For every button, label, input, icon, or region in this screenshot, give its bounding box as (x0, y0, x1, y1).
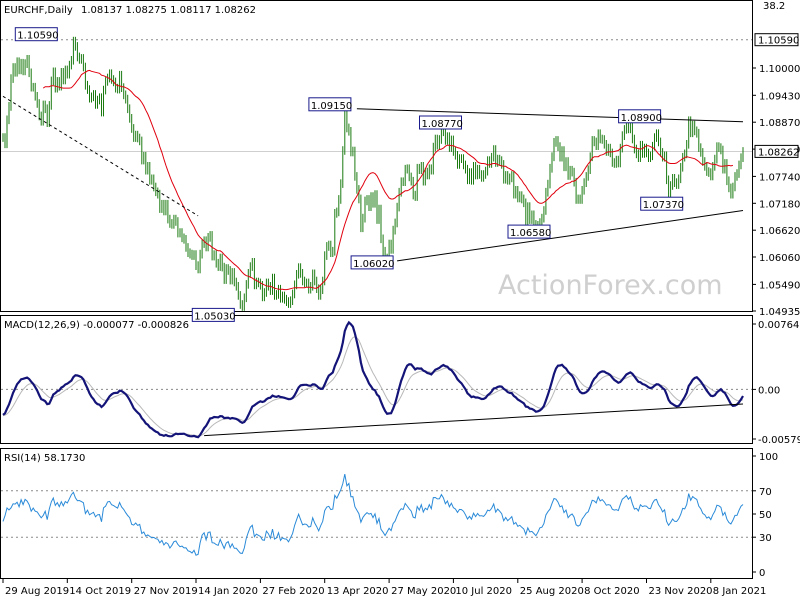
x-axis-label: 8 Oct 2020 (584, 586, 639, 597)
macd-panel-title: MACD(12,26,9) -0.000077 -0.000826 (4, 320, 189, 331)
x-axis-label: 23 Nov 2020 (649, 586, 713, 597)
trendline (397, 210, 744, 262)
x-axis: 29 Aug 2019 14 Oct 2019 27 Nov 2019 14 Jan … (2, 579, 767, 597)
rsi-panel-title: RSI(14) 58.1730 (4, 453, 85, 464)
price-axis-label: 1.10000 (759, 64, 800, 75)
price-annotation-label: 1.06020 (353, 259, 394, 270)
x-axis-label: 29 Aug 2019 (5, 586, 69, 597)
macd-signal-line (2, 336, 744, 437)
x-axis-label: 10 Jul 2020 (455, 586, 512, 597)
price-axis: 38.21.100001.094301.088701.083101.077401… (752, 1, 800, 318)
price-gridlines (1, 39, 752, 152)
macd-line (2, 320, 744, 439)
price-axis-label: 1.04935 (759, 307, 800, 318)
dashed-trendline (2, 95, 199, 217)
trendline (356, 108, 744, 123)
price-axis-label: 1.05490 (759, 280, 800, 291)
macd-series (1, 320, 752, 439)
price-annotation-label: 1.07370 (643, 200, 684, 211)
rsi-axis-label: 0 (759, 568, 765, 579)
ohlc-readout: 1.08137 1.08275 1.08117 1.08262 (81, 5, 256, 16)
rsi-axis-label: 50 (759, 510, 772, 521)
x-axis-label: 13 Apr 2020 (327, 586, 389, 597)
price-annotation-label: 1.05030 (194, 311, 235, 322)
price-panel-title: EURCHF,Daily 1.08137 1.08275 1.08117 1.0… (4, 5, 256, 16)
price-annotation-label: 1.08900 (621, 113, 662, 124)
x-axis-label: 27 May 2020 (391, 586, 456, 597)
macd-axis-label: 0.00 (758, 385, 780, 396)
rsi-series (1, 473, 752, 556)
rsi-panel-frame (0, 448, 753, 579)
rsi-line (2, 473, 744, 556)
price-axis-label: 1.06620 (759, 226, 800, 237)
x-axis-label: 27 Nov 2019 (134, 586, 198, 597)
rsi-axis-label: 30 (759, 533, 772, 544)
x-axis-label: 8 Jan 2021 (713, 586, 767, 597)
x-axis-label: 25 Aug 2020 (520, 586, 584, 597)
price-axis-label: 1.06060 (759, 253, 800, 264)
macd-axis-label: -0.005797 (758, 435, 800, 446)
x-axis-label: 27 Feb 2020 (262, 586, 324, 597)
price-annotation-label: 1.06580 (510, 228, 551, 239)
macd-trendline (204, 403, 744, 437)
chart-canvas: ActionForex.com 1.10590 1.09150 1.08770 1.0… (0, 0, 800, 597)
price-annotation-label: 1.09150 (311, 101, 352, 112)
price-annotation-label: 1.08770 (422, 119, 463, 130)
watermark: ActionForex.com (498, 270, 723, 301)
price-annotation-label: 1.10590 (17, 31, 58, 42)
price-axis-top-label: 38.2 (763, 1, 785, 12)
x-axis-label: 14 Oct 2019 (69, 586, 131, 597)
rsi-axis-label: 100 (759, 452, 778, 463)
symbol-title: EURCHF,Daily (4, 5, 73, 16)
resistance-value-label: 1.10590 (758, 36, 799, 47)
rsi-axis-label: 70 (759, 487, 772, 498)
price-axis-label: 1.07180 (759, 199, 800, 210)
x-axis-label: 14 Jan 2020 (198, 586, 258, 597)
current-value-label: 1.08262 (758, 147, 799, 158)
price-axis-label: 1.08870 (759, 118, 800, 129)
price-axis-label: 1.09430 (759, 91, 800, 102)
macd-axis: 0.007649 0.00 -0.005797 (752, 320, 800, 446)
price-axis-label: 1.07740 (759, 172, 800, 183)
rsi-axis: 100 70 50 30 0 (752, 452, 778, 579)
macd-axis-label: 0.007649 (758, 320, 800, 331)
